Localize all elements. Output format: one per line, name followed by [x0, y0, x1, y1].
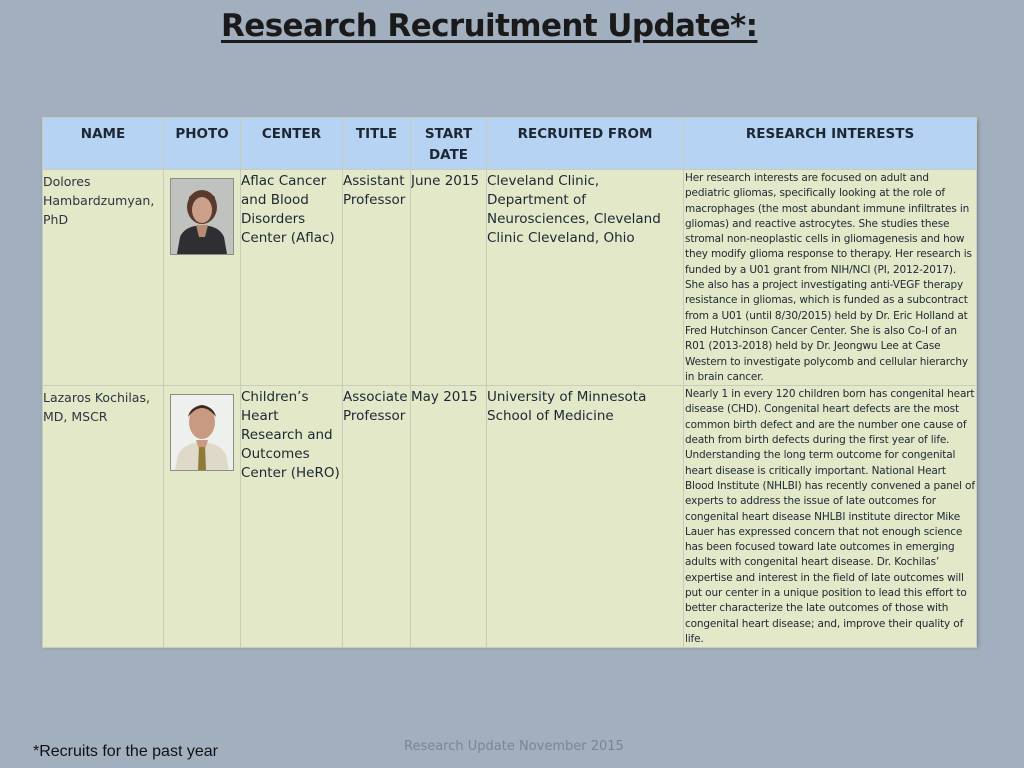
- recruit-title: Assistant Professor: [342, 168, 411, 387]
- header-center: CENTER: [240, 117, 343, 170]
- recruit-research-interests: Her research interests are focused on ad…: [683, 168, 977, 387]
- header-name: NAME: [42, 117, 164, 170]
- recruit-recruited-from: Cleveland Clinic, Department of Neurosci…: [486, 168, 684, 387]
- table-row: Lazaros Kochilas, MD, MSCR Children’s He…: [42, 385, 977, 649]
- footnote: *Recruits for the past year: [33, 743, 218, 760]
- recruit-title: Associate Professor: [342, 385, 411, 649]
- header-start-date: START DATE: [410, 117, 487, 170]
- recruit-name: Lazaros Kochilas, MD, MSCR: [42, 385, 164, 649]
- photo-cell: [163, 385, 241, 649]
- recruit-photo: [170, 178, 234, 255]
- recruit-center: Children’s Heart Research and Outcomes C…: [240, 385, 343, 649]
- recruitment-table: NAME PHOTO CENTER TITLE START DATE RECRU…: [42, 117, 977, 649]
- photo-cell: [163, 168, 241, 387]
- header-photo: PHOTO: [163, 117, 241, 170]
- header-research-interests: RESEARCH INTERESTS: [683, 117, 977, 170]
- header-title: TITLE: [342, 117, 411, 170]
- recruit-photo: [170, 394, 234, 472]
- slide-title: Research Recruitment Update*:: [221, 8, 758, 44]
- recruit-center: Aflac Cancer and Blood Disorders Center …: [240, 168, 343, 387]
- recruit-start-date: May 2015: [410, 385, 487, 649]
- table-row: Dolores Hambardzumyan, PhD Aflac Cancer …: [42, 168, 977, 387]
- recruit-research-interests: Nearly 1 in every 120 children born has …: [683, 385, 977, 649]
- table-header-row: NAME PHOTO CENTER TITLE START DATE RECRU…: [42, 117, 977, 170]
- header-recruited-from: RECRUITED FROM: [486, 117, 684, 170]
- footer-text: Research Update November 2015: [404, 739, 624, 754]
- recruit-start-date: June 2015: [410, 168, 487, 387]
- recruit-name: Dolores Hambardzumyan, PhD: [42, 168, 164, 387]
- recruit-recruited-from: University of Minnesota School of Medici…: [486, 385, 684, 649]
